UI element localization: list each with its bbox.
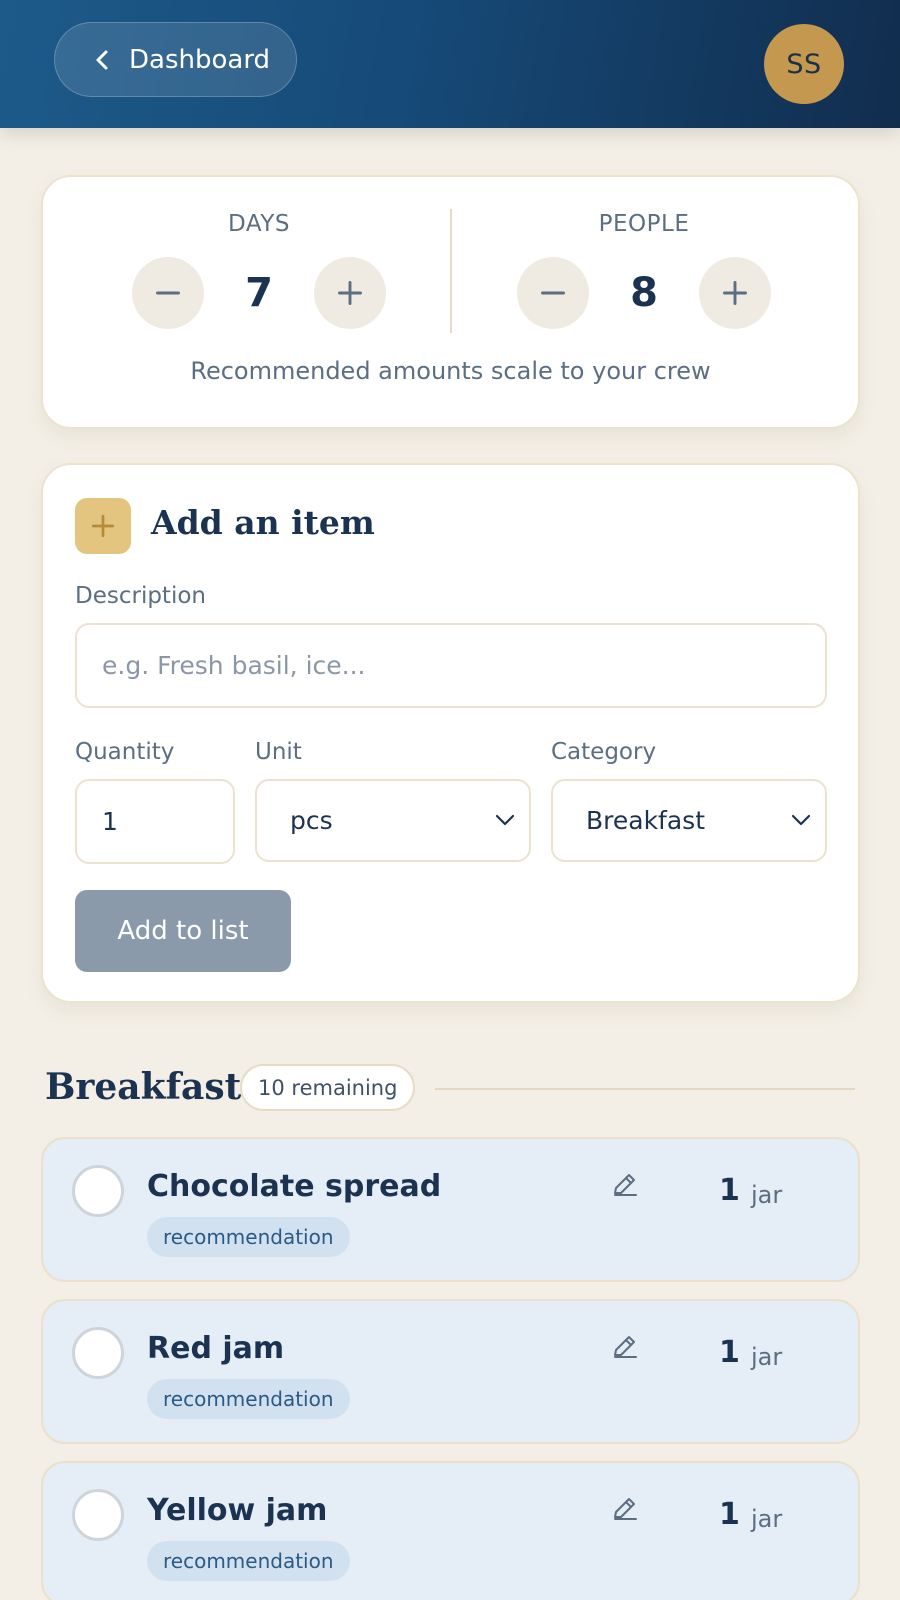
- item-name: Chocolate spread: [147, 1169, 442, 1204]
- item-quantity: 1: [719, 1497, 740, 1532]
- section-title-breakfast: Breakfast: [45, 1066, 242, 1108]
- days-increment-button[interactable]: [314, 257, 386, 329]
- item-checkbox[interactable]: [72, 1327, 124, 1379]
- list-item: Red jam recommendation 1 jar: [41, 1299, 860, 1444]
- item-name: Yellow jam: [147, 1493, 328, 1528]
- item-name: Red jam: [147, 1331, 285, 1366]
- list-item: Chocolate spread recommendation 1 jar: [41, 1137, 860, 1282]
- remaining-count-badge: 10 remaining: [240, 1064, 416, 1111]
- stepper-divider: [450, 209, 452, 333]
- days-decrement-button[interactable]: [132, 257, 204, 329]
- quantity-input[interactable]: 1: [75, 779, 235, 864]
- item-unit: jar: [751, 1181, 783, 1209]
- item-tag: recommendation: [147, 1541, 350, 1581]
- add-item-card: Add an item Description e.g. Fresh basil…: [41, 463, 860, 1003]
- people-decrement-button[interactable]: [517, 257, 589, 329]
- plus-icon: [723, 281, 747, 305]
- avatar[interactable]: SS: [764, 24, 844, 104]
- item-tag: recommendation: [147, 1217, 350, 1257]
- item-unit: jar: [751, 1343, 783, 1371]
- plus-icon: [338, 281, 362, 305]
- unit-select-value: pcs: [290, 806, 333, 835]
- quantity-label: Quantity: [75, 739, 175, 765]
- minus-icon: [156, 291, 180, 295]
- people-increment-button[interactable]: [699, 257, 771, 329]
- chevron-left-icon: [96, 50, 108, 69]
- days-label: DAYS: [228, 211, 290, 237]
- chevron-down-icon: [495, 814, 515, 826]
- pencil-icon[interactable]: [609, 1169, 641, 1201]
- category-select-value: Breakfast: [586, 806, 706, 835]
- category-select[interactable]: Breakfast: [551, 779, 827, 862]
- stepper-hint: Recommended amounts scale to your crew: [190, 357, 711, 385]
- minus-icon: [541, 291, 565, 295]
- chevron-down-icon: [791, 814, 811, 826]
- add-to-list-button[interactable]: Add to list: [75, 890, 291, 972]
- days-value: 7: [245, 270, 273, 316]
- app-header: Dashboard SS: [0, 0, 900, 128]
- back-to-dashboard-button[interactable]: Dashboard: [54, 22, 297, 97]
- add-item-title: Add an item: [151, 503, 375, 542]
- item-quantity: 1: [719, 1173, 740, 1208]
- description-input[interactable]: e.g. Fresh basil, ice...: [75, 623, 827, 708]
- back-label: Dashboard: [129, 44, 271, 75]
- unit-label: Unit: [255, 739, 302, 765]
- item-unit: jar: [751, 1505, 783, 1533]
- trip-stepper-card: DAYS 7 PEOPLE 8 Recommended amounts scal…: [41, 175, 860, 429]
- unit-select[interactable]: pcs: [255, 779, 531, 862]
- item-tag: recommendation: [147, 1379, 350, 1419]
- people-label: PEOPLE: [598, 211, 690, 237]
- list-item: Yellow jam recommendation 1 jar: [41, 1461, 860, 1600]
- people-value: 8: [630, 270, 658, 316]
- category-label: Category: [551, 739, 657, 765]
- plus-icon: [91, 514, 115, 538]
- add-item-icon-box: [75, 498, 131, 554]
- days-stepper: DAYS 7: [109, 207, 409, 329]
- pencil-icon[interactable]: [609, 1331, 641, 1363]
- item-quantity: 1: [719, 1335, 740, 1370]
- section-divider: [435, 1088, 855, 1090]
- description-label: Description: [75, 583, 206, 609]
- item-checkbox[interactable]: [72, 1489, 124, 1541]
- item-checkbox[interactable]: [72, 1165, 124, 1217]
- pencil-icon[interactable]: [609, 1493, 641, 1525]
- people-stepper: PEOPLE 8: [494, 207, 794, 329]
